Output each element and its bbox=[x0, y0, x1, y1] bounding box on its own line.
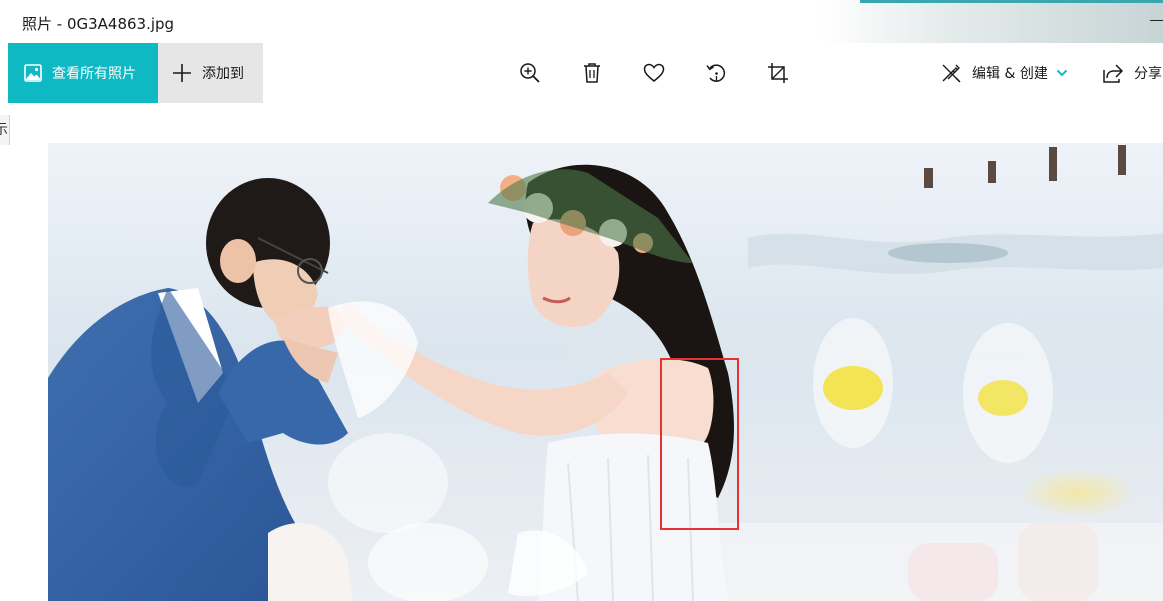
toolbar: 查看所有照片 添加到 编辑 & 创建 分享 bbox=[0, 43, 1163, 103]
background-window-accent bbox=[860, 0, 1163, 3]
zoom-button[interactable] bbox=[518, 61, 542, 85]
share-label: 分享 bbox=[1134, 66, 1162, 82]
background-window bbox=[820, 0, 1163, 43]
view-all-photos-label: 查看所有照片 bbox=[52, 66, 136, 82]
photos-app-window: 照片 - 0G3A4863.jpg 查看所有照片 添加到 编辑 & 创建 分享 bbox=[0, 0, 1163, 601]
rotate-icon bbox=[706, 64, 726, 82]
edit-create-label: 编辑 & 创建 bbox=[972, 66, 1048, 82]
crop-button[interactable] bbox=[766, 61, 790, 85]
favorite-button[interactable] bbox=[642, 61, 666, 85]
plus-icon bbox=[173, 64, 191, 82]
photo-view[interactable] bbox=[48, 143, 1163, 601]
share-button[interactable]: 分享 bbox=[1102, 61, 1162, 85]
edit-create-button[interactable]: 编辑 & 创建 bbox=[940, 61, 1068, 85]
photos-icon bbox=[24, 64, 42, 82]
view-all-photos-button[interactable]: 查看所有照片 bbox=[8, 43, 158, 103]
title-bar: 照片 - 0G3A4863.jpg bbox=[0, 0, 1163, 43]
share-icon bbox=[1103, 64, 1124, 83]
edit-create-icon bbox=[942, 64, 961, 83]
background-window-fragment: 示 bbox=[0, 115, 10, 145]
add-to-button[interactable]: 添加到 bbox=[158, 43, 263, 103]
trash-icon bbox=[584, 63, 600, 83]
add-to-label: 添加到 bbox=[202, 66, 244, 82]
heart-icon bbox=[643, 63, 665, 82]
rotate-button[interactable] bbox=[704, 61, 728, 85]
window-title: 照片 - 0G3A4863.jpg bbox=[22, 15, 175, 33]
wedding-photo bbox=[48, 143, 1163, 601]
delete-button[interactable] bbox=[580, 61, 604, 85]
chevron-down-icon bbox=[1056, 69, 1068, 77]
annotation-highlight-box bbox=[660, 358, 739, 530]
zoom-in-icon bbox=[520, 63, 540, 83]
minimize-button[interactable] bbox=[1146, 10, 1163, 30]
crop-icon bbox=[768, 63, 788, 83]
background-window-fragment-text: 示 bbox=[0, 122, 8, 138]
